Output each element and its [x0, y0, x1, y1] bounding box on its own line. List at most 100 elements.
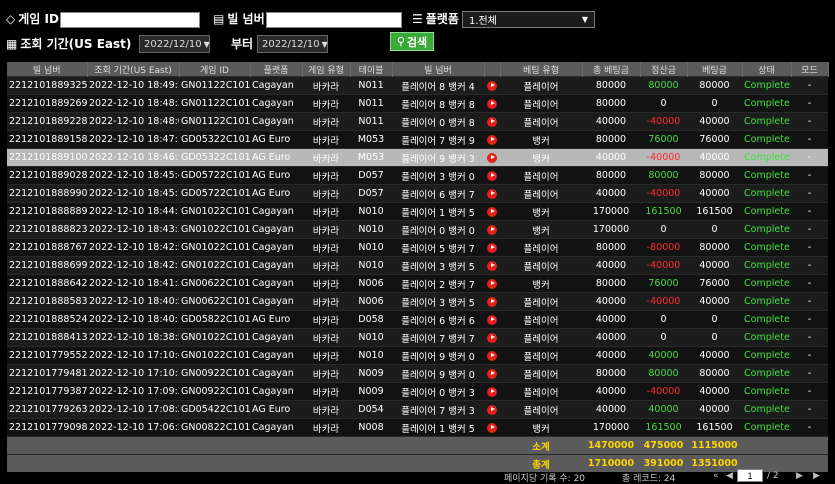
play-video-cell[interactable]	[484, 364, 500, 383]
table-row[interactable]: 2212101888990012022-12-10 18:45:18GD0572…	[7, 184, 828, 203]
table-row[interactable]: 2212101779552662022-12-10 17:10:42GN0102…	[7, 346, 828, 365]
table-row[interactable]: 2212101888642012022-12-10 18:41:34GN0062…	[7, 274, 828, 293]
table-cell-date: 2022-12-10 18:46:37	[87, 148, 179, 167]
table-cell-game-type: 바카라	[302, 346, 350, 365]
table-cell-bet-type: 플레이어	[500, 166, 582, 185]
header-date[interactable]: 조회 기간(US East)	[87, 62, 180, 77]
play-video-icon[interactable]	[487, 314, 497, 325]
play-video-icon[interactable]	[487, 404, 497, 415]
header-bet-amount[interactable]: 베팅금	[687, 62, 743, 77]
play-video-cell[interactable]	[484, 112, 500, 131]
header-table[interactable]: 테이블	[350, 62, 393, 77]
table-cell-total-bet: 170000	[582, 418, 640, 437]
table-cell-result: 플레이어 0 뱅커 8	[392, 112, 484, 131]
table-row[interactable]: 2212101888767682022-12-10 18:42:54GN0102…	[7, 238, 828, 257]
first-page-icon[interactable]: «	[713, 471, 719, 481]
play-video-icon[interactable]	[487, 224, 497, 235]
table-cell-settlement: 0	[640, 328, 687, 347]
play-video-icon[interactable]	[487, 296, 497, 307]
table-cell-bet-amount: 80000	[687, 364, 742, 383]
bill-no-input[interactable]	[266, 12, 402, 28]
play-video-cell[interactable]	[484, 220, 500, 239]
table-row[interactable]: 2212101889269812022-12-10 18:48:32GN0112…	[7, 94, 828, 113]
date-from-input[interactable]: 2022/12/10 ▼	[139, 35, 210, 53]
play-video-cell[interactable]	[484, 76, 500, 95]
table-cell-table: N011	[350, 94, 392, 113]
play-video-cell[interactable]	[484, 166, 500, 185]
table-row[interactable]: 2212101779387602022-12-10 17:09:26GN0092…	[7, 382, 828, 401]
play-video-icon[interactable]	[487, 350, 497, 361]
game-id-input[interactable]	[60, 12, 200, 28]
play-video-icon[interactable]	[487, 134, 497, 145]
header-result[interactable]: 빌 넘버	[392, 62, 485, 77]
header-total-bet[interactable]: 총 베팅금	[582, 62, 641, 77]
play-video-icon[interactable]	[487, 368, 497, 379]
play-video-icon[interactable]	[487, 152, 497, 163]
bill-no-label: ▤ 빌 넘버	[213, 11, 265, 27]
header-mode[interactable]: 모드	[791, 62, 829, 77]
play-video-cell[interactable]	[484, 292, 500, 311]
game-id-label: ◇ 게임 ID	[6, 11, 59, 27]
table-row[interactable]: 2212101779098752022-12-10 17:06:57GN0082…	[7, 418, 828, 437]
table-cell-settlement: 0	[640, 310, 687, 329]
table-cell-table: N010	[350, 328, 392, 347]
table-row[interactable]: 2212101888583912022-12-10 18:40:52GN0062…	[7, 292, 828, 311]
table-row[interactable]: 2212101888413982022-12-10 18:38:59GN0102…	[7, 328, 828, 347]
table-cell-status: Complete	[742, 94, 791, 113]
table-row[interactable]: 2212101888524552022-12-10 18:40:11GD0582…	[7, 310, 828, 329]
next-page-icon[interactable]: ▶	[796, 471, 803, 481]
play-video-cell[interactable]	[484, 346, 500, 365]
table-row[interactable]: 2212101889325782022-12-10 18:49:12GN0112…	[7, 76, 828, 95]
table-row[interactable]: 2212101889100562022-12-10 18:46:37GD0532…	[7, 148, 828, 167]
play-video-icon[interactable]	[487, 422, 497, 433]
play-video-icon[interactable]	[487, 80, 497, 91]
play-video-cell[interactable]	[484, 94, 500, 113]
play-video-cell[interactable]	[484, 238, 500, 257]
table-row[interactable]: 2212101779263022022-12-10 17:08:22GD0542…	[7, 400, 828, 419]
play-video-icon[interactable]	[487, 386, 497, 397]
play-video-cell[interactable]	[484, 256, 500, 275]
play-video-icon[interactable]	[487, 332, 497, 343]
table-cell-result: 플레이어 8 뱅커 8	[392, 94, 484, 113]
play-video-cell[interactable]	[484, 382, 500, 401]
search-icon: ⚲	[396, 35, 405, 48]
prev-page-icon[interactable]: ◀	[726, 471, 733, 481]
play-video-icon[interactable]	[487, 278, 497, 289]
header-settlement[interactable]: 정산금	[640, 62, 688, 77]
play-video-icon[interactable]	[487, 206, 497, 217]
play-video-icon[interactable]	[487, 170, 497, 181]
table-row[interactable]: 2212101889158912022-12-10 18:47:16GD0532…	[7, 130, 828, 149]
table-row[interactable]: 2212101888889452022-12-10 18:44:12GN0102…	[7, 202, 828, 221]
platform-select[interactable]: 1.전체 ▼	[462, 11, 595, 28]
header-game-type[interactable]: 게임 유형	[302, 62, 351, 77]
play-video-icon[interactable]	[487, 260, 497, 271]
table-row[interactable]: 2212101888823132022-12-10 18:43:30GN0102…	[7, 220, 828, 239]
play-video-cell[interactable]	[484, 400, 500, 419]
header-platform[interactable]: 플랫폼	[250, 62, 303, 77]
play-video-icon[interactable]	[487, 98, 497, 109]
page-number-input[interactable]	[737, 469, 763, 482]
header-game-id[interactable]: 게임 ID	[179, 62, 251, 77]
play-video-cell[interactable]	[484, 310, 500, 329]
table-row[interactable]: 2212101889228172022-12-10 18:48:00GN0112…	[7, 112, 828, 131]
header-bill-no[interactable]: 빌 넘버	[7, 62, 88, 77]
header-status[interactable]: 상태	[742, 62, 792, 77]
table-row[interactable]: 2212101779481692022-12-10 17:10:13GN0092…	[7, 364, 828, 383]
search-button[interactable]: ⚲ 검색	[390, 32, 434, 51]
play-video-cell[interactable]	[484, 130, 500, 149]
date-to-input[interactable]: 2022/12/10 ▼	[257, 35, 328, 53]
play-video-icon[interactable]	[487, 188, 497, 199]
play-video-cell[interactable]	[484, 274, 500, 293]
table-row[interactable]: 2212101889028902022-12-10 18:45:45GD0572…	[7, 166, 828, 185]
play-video-icon[interactable]	[487, 242, 497, 253]
play-video-cell[interactable]	[484, 418, 500, 437]
play-video-icon[interactable]	[487, 116, 497, 127]
play-video-cell[interactable]	[484, 328, 500, 347]
header-bet-type[interactable]: 베팅 유형	[500, 62, 583, 77]
play-video-cell[interactable]	[484, 184, 500, 203]
play-video-cell[interactable]	[484, 202, 500, 221]
table-row[interactable]: 2212101888699452022-12-10 18:42:11GN0102…	[7, 256, 828, 275]
last-page-icon[interactable]: ▶	[813, 471, 820, 481]
play-video-cell[interactable]	[484, 148, 500, 167]
table-cell-total-bet: 80000	[582, 274, 640, 293]
